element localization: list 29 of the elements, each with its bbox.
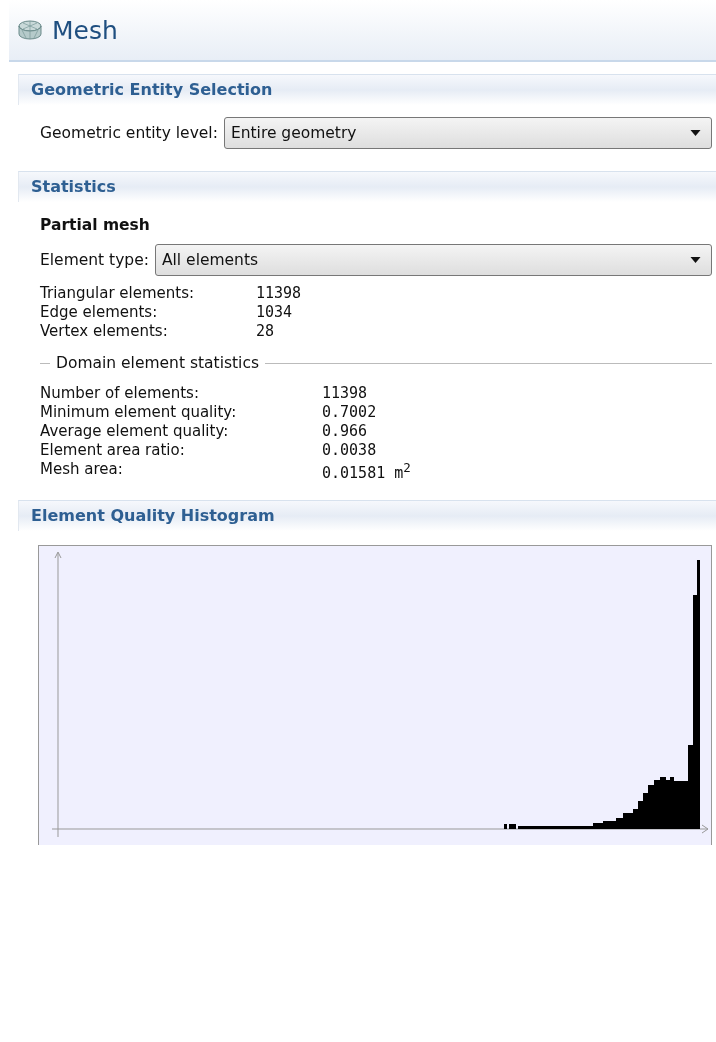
stat-label: Number of elements:	[40, 384, 200, 402]
stat-value: 0.01581 m$^{2}$	[322, 460, 412, 482]
stat-label: Edge elements:	[40, 303, 159, 321]
stat-value: 28	[256, 322, 276, 340]
section-header[interactable]: Statistics	[18, 171, 716, 202]
stat-value: 0.7002	[322, 403, 378, 421]
section-header[interactable]: Geometric Entity Selection	[18, 74, 716, 105]
subsection-title: Partial mesh	[40, 216, 151, 234]
caret-icon	[690, 257, 701, 263]
panel-title: Mesh	[52, 15, 118, 45]
mesh-icon	[18, 20, 42, 40]
stat-label: Mesh area:	[40, 460, 124, 480]
section-header[interactable]: Element Quality Histogram	[18, 500, 716, 531]
stat-label: Average element quality:	[40, 422, 230, 440]
caret-icon	[690, 130, 701, 136]
group-title: Domain element statistics	[56, 354, 259, 372]
stat-value: 11398	[256, 284, 303, 302]
dropdown[interactable]: Entire geometry	[223, 117, 712, 149]
field-label: Element type:	[40, 251, 149, 269]
stat-label: Minimum element quality:	[40, 403, 238, 421]
stat-value: 0.966	[322, 422, 369, 440]
stat-value: 11398	[322, 384, 369, 402]
stat-label: Triangular elements:	[40, 284, 196, 302]
stat-value: 0.0038	[322, 441, 378, 459]
stat-label: Element area ratio:	[40, 441, 186, 459]
stat-value: 1034	[256, 303, 294, 321]
stat-label: Vertex elements:	[40, 322, 169, 340]
dropdown[interactable]: All elements	[154, 244, 712, 276]
field-label: Geometric entity level:	[40, 124, 218, 142]
